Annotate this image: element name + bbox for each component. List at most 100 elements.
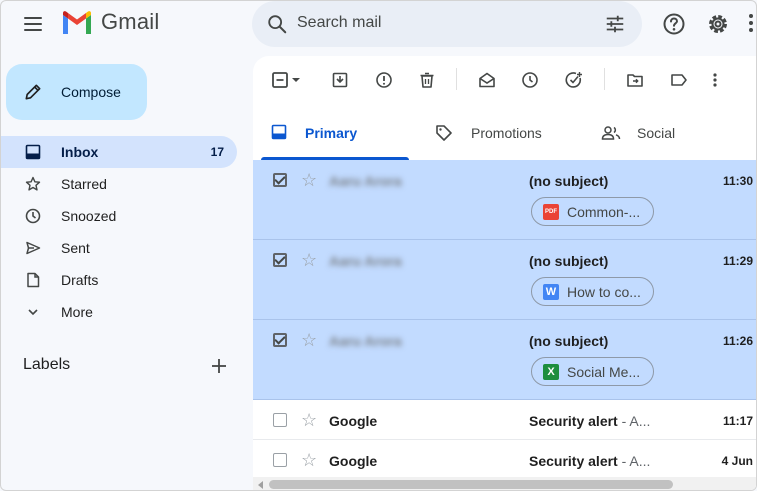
sidebar-item-more[interactable]: More (1, 296, 237, 328)
horizontal-scrollbar[interactable] (253, 477, 756, 490)
sidebar-item-label: Starred (61, 176, 107, 192)
row-checkbox-checked[interactable] (273, 333, 287, 347)
clock-icon (25, 208, 41, 224)
scroll-left-arrow-icon[interactable] (258, 481, 263, 489)
archive-icon[interactable] (331, 71, 349, 89)
attachment-name: How to co... (567, 284, 641, 300)
email-subject: Security alert - A... (529, 453, 650, 469)
tab-label: Primary (305, 125, 358, 141)
attachment-name: Social Me... (567, 364, 641, 380)
email-row[interactable]: ☆ Google Security alert - A... 11:17 (253, 400, 756, 440)
email-row[interactable]: ☆ Aaru Arora (no subject) 11:26 X Social… (253, 320, 756, 400)
email-row[interactable]: ☆ Aaru Arora (no subject) 11:30 PDF Comm… (253, 160, 756, 240)
star-icon[interactable]: ☆ (301, 451, 317, 469)
row-checkbox-checked[interactable] (273, 253, 287, 267)
help-icon[interactable] (662, 12, 686, 36)
draft-icon (27, 272, 40, 288)
search-bar[interactable] (252, 1, 642, 47)
sidebar-item-inbox[interactable]: Inbox 17 (1, 136, 237, 168)
email-time: 11:26 (722, 334, 753, 348)
tab-primary[interactable]: Primary (253, 112, 409, 160)
sidebar-item-starred[interactable]: Starred (1, 168, 237, 200)
inbox-unread-count: 17 (210, 145, 224, 159)
email-time: 11:29 (722, 254, 753, 268)
labels-heading: Labels (23, 356, 71, 373)
search-options-icon[interactable] (604, 13, 626, 35)
main-menu-button[interactable] (19, 12, 47, 36)
sidebar-item-sent[interactable]: Sent (1, 232, 237, 264)
select-dropdown-caret-icon[interactable] (291, 71, 301, 89)
gmail-m-icon (63, 11, 91, 34)
email-row[interactable]: ☆ Google Security alert - A... 4 Jun (253, 440, 756, 480)
tag-icon (436, 125, 452, 141)
compose-label: Compose (61, 84, 121, 100)
scrollbar-thumb[interactable] (269, 480, 673, 489)
email-subject-text: Security alert (529, 453, 618, 469)
move-to-folder-icon[interactable] (626, 71, 644, 89)
email-subject-text: Security alert (529, 413, 618, 429)
tab-label: Promotions (471, 125, 542, 141)
star-icon[interactable]: ☆ (301, 171, 317, 189)
mark-as-read-icon[interactable] (478, 71, 496, 89)
gmail-logo[interactable]: Gmail (61, 9, 159, 35)
star-icon[interactable]: ☆ (301, 331, 317, 349)
inbox-icon (271, 124, 287, 140)
row-checkbox-checked[interactable] (273, 173, 287, 187)
attachment-chip[interactable]: W How to co... (531, 277, 654, 306)
chevron-down-icon (28, 309, 38, 316)
row-checkbox[interactable] (273, 453, 287, 467)
attachment-name: Common-... (567, 204, 641, 220)
star-icon[interactable]: ☆ (301, 411, 317, 429)
attachment-chip[interactable]: X Social Me... (531, 357, 654, 386)
people-icon (601, 126, 621, 140)
sidebar-item-label: Snoozed (61, 208, 117, 224)
excel-file-icon: X (543, 364, 559, 380)
sidebar-item-drafts[interactable]: Drafts (1, 264, 237, 296)
message-list-panel: Primary Promotions Social ☆ Aaru Arora (… (253, 56, 756, 490)
pencil-icon (25, 84, 41, 100)
search-icon[interactable] (266, 13, 288, 35)
email-subject: (no subject) (529, 333, 609, 349)
email-row[interactable]: ☆ Aaru Arora (no subject) 11:29 W How to… (253, 240, 756, 320)
tab-social[interactable]: Social (593, 112, 753, 160)
email-snippet: - A... (617, 453, 651, 469)
apps-menu-icon[interactable] (749, 14, 753, 32)
compose-button[interactable]: Compose (6, 64, 147, 120)
add-to-tasks-icon[interactable] (565, 71, 583, 89)
email-time: 11:17 (722, 414, 753, 428)
word-file-icon: W (543, 284, 559, 300)
sidebar-item-label: Sent (61, 240, 90, 256)
email-subject: (no subject) (529, 253, 609, 269)
inbox-icon (25, 144, 41, 160)
snooze-clock-icon[interactable] (521, 71, 539, 89)
row-checkbox[interactable] (273, 413, 287, 427)
sender-name: Aaru Arora (329, 173, 402, 189)
gmail-window: Gmail Compose (0, 0, 757, 491)
sidebar-item-label: Inbox (61, 144, 99, 160)
pdf-file-icon: PDF (543, 204, 559, 220)
star-icon[interactable]: ☆ (301, 251, 317, 269)
email-subject: (no subject) (529, 173, 609, 189)
label-tag-icon[interactable] (670, 71, 688, 89)
sidebar-item-snoozed[interactable]: Snoozed (1, 200, 237, 232)
sidebar-item-label: Drafts (61, 272, 99, 288)
send-icon (26, 241, 41, 255)
sender-name: Google (329, 453, 378, 469)
settings-gear-icon[interactable] (706, 12, 730, 36)
tab-label: Social (637, 125, 676, 141)
email-time: 4 Jun (721, 454, 753, 468)
sender-name: Google (329, 413, 378, 429)
select-partial-checkbox-icon[interactable] (271, 71, 289, 89)
search-input[interactable] (297, 14, 577, 32)
tab-promotions[interactable]: Promotions (425, 112, 585, 160)
attachment-chip[interactable]: PDF Common-... (531, 197, 654, 226)
report-spam-icon[interactable] (375, 71, 393, 89)
email-snippet: - A... (617, 413, 651, 429)
delete-trash-icon[interactable] (418, 71, 436, 89)
message-toolbar (253, 56, 756, 104)
category-tabs: Primary Promotions Social (253, 112, 756, 160)
add-label-plus-icon[interactable] (210, 357, 228, 375)
sender-name: Aaru Arora (329, 253, 402, 269)
toolbar-divider (456, 68, 457, 90)
more-options-icon[interactable] (710, 71, 720, 89)
